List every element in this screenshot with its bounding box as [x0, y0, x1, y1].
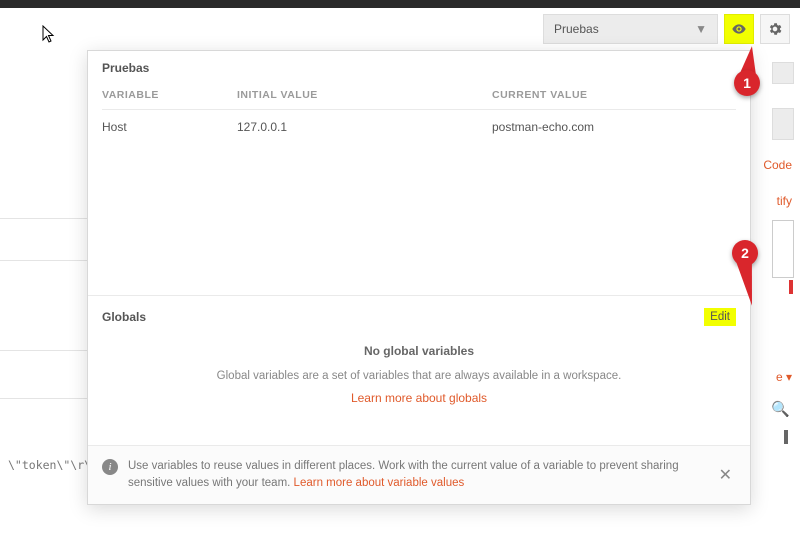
background-save-dropdown-fragment: e ▾ [776, 370, 792, 384]
globals-empty-description: Global variables are a set of variables … [209, 368, 629, 385]
cursor-icon [42, 25, 58, 45]
variable-name: Host [102, 120, 237, 134]
search-icon: 🔍 [771, 400, 790, 418]
background-divider [0, 218, 88, 219]
globals-empty-title: No global variables [102, 344, 736, 358]
learn-variable-values-link[interactable]: Learn more about variable values [294, 477, 465, 489]
globals-section: Globals Edit No global variables Global … [88, 296, 750, 445]
column-header-initial: INITIAL VALUE [237, 89, 492, 101]
variables-tip-footer: i Use variables to reuse values in diffe… [88, 445, 750, 505]
info-icon: i [102, 459, 118, 475]
background-divider [0, 398, 88, 399]
globals-title: Globals [102, 310, 146, 324]
variables-header-row: VARIABLE INITIAL VALUE CURRENT VALUE [102, 85, 736, 110]
manage-environments-button[interactable] [760, 14, 790, 44]
column-header-current: CURRENT VALUE [492, 89, 736, 101]
background-dropdown-fragment [772, 62, 794, 84]
background-error-mark [789, 280, 793, 294]
environment-quicklook-button[interactable] [724, 14, 754, 44]
variable-initial-value: 127.0.0.1 [237, 120, 492, 134]
background-text-fragment: tify [777, 194, 792, 208]
globals-empty-state: No global variables Global variables are… [102, 344, 736, 405]
environment-selected-label: Pruebas [554, 22, 599, 36]
background-dropdown-fragment [772, 108, 794, 140]
background-code-link: Code [763, 158, 792, 172]
tip-text: Use variables to reuse values in differe… [128, 458, 736, 493]
background-box [772, 220, 794, 278]
edit-globals-button[interactable]: Edit [704, 308, 736, 326]
environment-selector[interactable]: Pruebas ▼ [543, 14, 718, 44]
gear-icon [767, 21, 783, 37]
environment-section: Pruebas VARIABLE INITIAL VALUE CURRENT V… [88, 51, 750, 296]
close-tip-button[interactable]: ✕ [715, 461, 736, 489]
background-divider [0, 350, 88, 351]
background-scrollbar-fragment [784, 430, 788, 444]
background-divider [0, 260, 88, 261]
background-code-snippet: \"token\"\r\n [8, 458, 98, 472]
eye-icon [731, 21, 747, 37]
variable-row: Host 127.0.0.1 postman-echo.com [102, 110, 736, 144]
variable-current-value: postman-echo.com [492, 120, 736, 134]
top-app-bar [0, 0, 800, 8]
environment-title: Pruebas [102, 61, 736, 75]
column-header-variable: VARIABLE [102, 89, 237, 101]
chevron-down-icon: ▼ [695, 22, 707, 36]
environment-quicklook-panel: Pruebas VARIABLE INITIAL VALUE CURRENT V… [87, 50, 751, 505]
learn-globals-link[interactable]: Learn more about globals [351, 391, 487, 405]
